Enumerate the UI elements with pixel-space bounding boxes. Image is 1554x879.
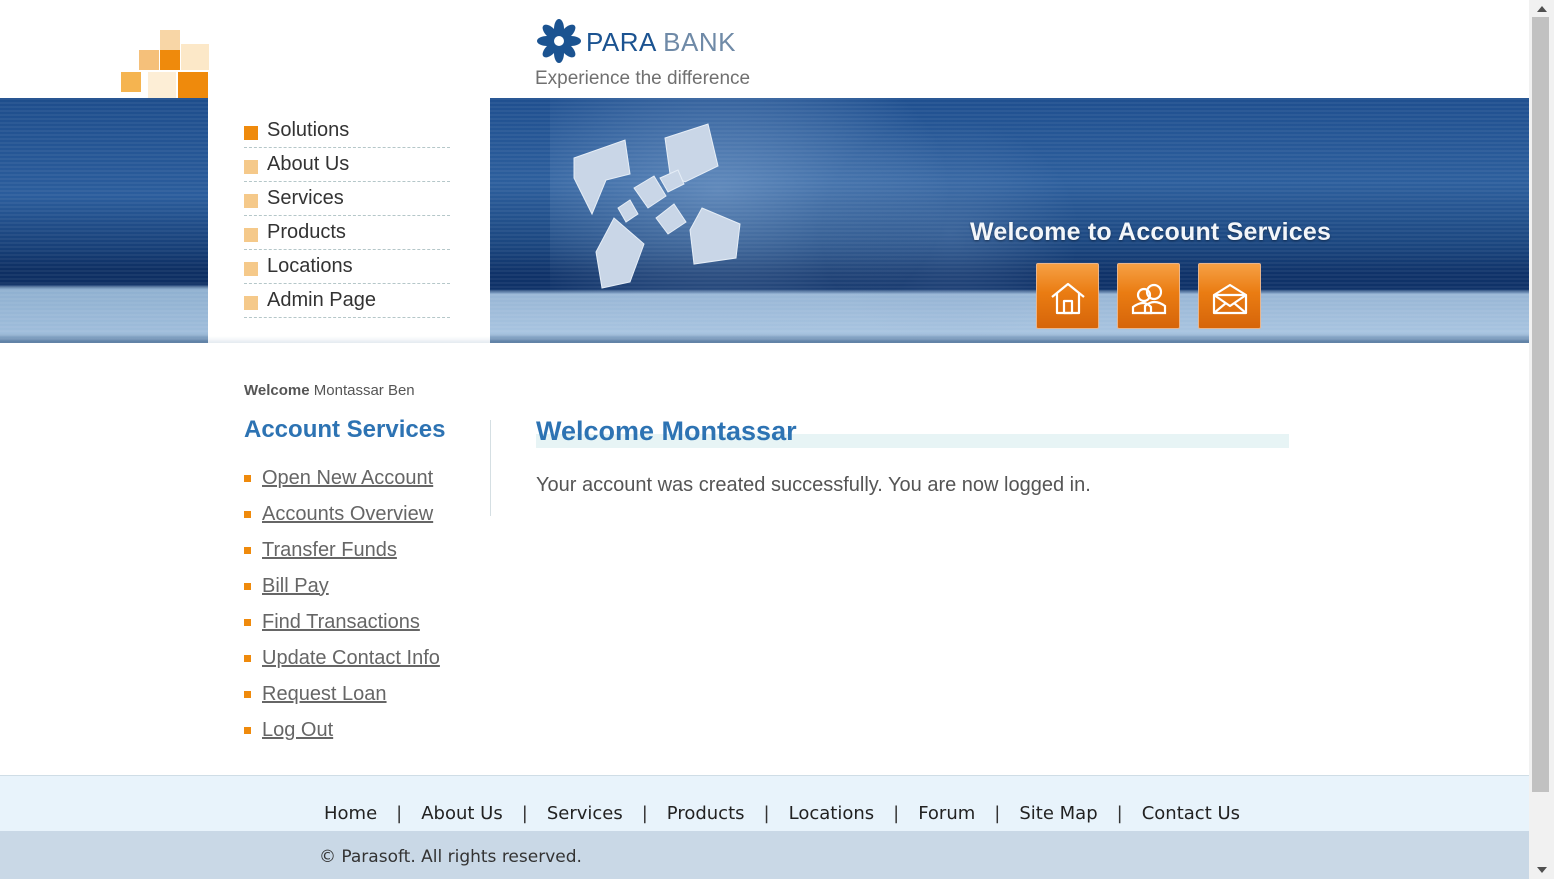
menu-item-label: Locations bbox=[267, 255, 353, 277]
footer-separator: | bbox=[763, 803, 770, 824]
footer-separator: | bbox=[1116, 803, 1123, 824]
login-welcome: Welcome Montassar Ben bbox=[244, 382, 415, 399]
list-item: Transfer Funds bbox=[244, 532, 440, 568]
about-button[interactable] bbox=[1117, 263, 1180, 329]
menu-item-products[interactable]: Products bbox=[244, 216, 450, 250]
list-item: Find Transactions bbox=[244, 604, 440, 640]
tagline: Experience the difference bbox=[535, 68, 751, 89]
transfer-funds-link[interactable]: Transfer Funds bbox=[262, 539, 397, 562]
bullet-icon bbox=[244, 654, 251, 662]
footer-links: Home | About Us | Services | Products | … bbox=[324, 803, 1240, 824]
footer-separator: | bbox=[521, 803, 528, 824]
footer-separator: | bbox=[396, 803, 403, 824]
arrows-graphic bbox=[573, 123, 741, 289]
footer-link-products[interactable]: Products bbox=[667, 803, 745, 824]
footer-separator: | bbox=[641, 803, 648, 824]
menu-item-label: Services bbox=[267, 187, 344, 209]
bullet-square-icon bbox=[244, 261, 258, 276]
pinwheel-icon bbox=[537, 19, 581, 63]
footer-link-about-us[interactable]: About Us bbox=[421, 803, 503, 824]
account-services-title: Account Services bbox=[244, 416, 446, 443]
scroll-up-button[interactable] bbox=[1529, 0, 1554, 17]
menu-item-label: Solutions bbox=[267, 119, 350, 141]
menu-item-locations[interactable]: Locations bbox=[244, 250, 450, 284]
footer-link-contact-us[interactable]: Contact Us bbox=[1142, 803, 1240, 824]
list-item: Request Loan bbox=[244, 676, 440, 712]
list-item: Update Contact Info bbox=[244, 640, 440, 676]
home-button[interactable] bbox=[1036, 263, 1099, 329]
menu-item-label: About Us bbox=[267, 153, 350, 175]
scroll-down-button[interactable] bbox=[1529, 862, 1554, 879]
arrow-up-icon bbox=[1536, 6, 1547, 12]
vertical-scrollbar[interactable] bbox=[1529, 0, 1554, 879]
top-menu: Solutions About Us Services Products Loc… bbox=[244, 114, 450, 318]
envelope-icon bbox=[1212, 283, 1248, 315]
footer-link-site-map[interactable]: Site Map bbox=[1019, 803, 1097, 824]
update-contact-info-link[interactable]: Update Contact Info bbox=[262, 647, 440, 670]
welcome-label: Welcome bbox=[244, 382, 310, 399]
sidebar-divider bbox=[490, 420, 491, 516]
bullet-icon bbox=[244, 474, 251, 482]
scrollbar-thumb[interactable] bbox=[1532, 17, 1549, 792]
list-item: Bill Pay bbox=[244, 568, 440, 604]
banner-title: Welcome to Account Services bbox=[970, 218, 1332, 246]
copyright-text: © Parasoft. All rights reserved. bbox=[319, 847, 582, 867]
open-new-account-link[interactable]: Open New Account bbox=[262, 467, 433, 490]
logo-blocks bbox=[118, 28, 210, 98]
footer-link-forum[interactable]: Forum bbox=[918, 803, 975, 824]
log-out-link[interactable]: Log Out bbox=[262, 719, 333, 742]
people-icon bbox=[1131, 283, 1167, 315]
bullet-icon bbox=[244, 510, 251, 518]
list-item: Accounts Overview bbox=[244, 496, 440, 532]
footer-separator: | bbox=[994, 803, 1001, 824]
footer-copyright-bar: © Parasoft. All rights reserved. bbox=[0, 831, 1529, 879]
user-name: Montassar Ben bbox=[313, 382, 415, 399]
bullet-square-icon bbox=[244, 295, 258, 310]
bullet-icon bbox=[244, 546, 251, 554]
page-title: Welcome Montassar bbox=[536, 416, 797, 446]
bullet-square-icon bbox=[244, 125, 258, 140]
bullet-icon bbox=[244, 618, 251, 626]
menu-item-label: Products bbox=[267, 221, 346, 243]
footer-separator: | bbox=[893, 803, 900, 824]
success-message: Your account was created successfully. Y… bbox=[536, 474, 1091, 496]
menu-item-services[interactable]: Services bbox=[244, 182, 450, 216]
arrow-down-icon bbox=[1536, 867, 1547, 873]
menu-item-solutions[interactable]: Solutions bbox=[244, 114, 450, 148]
bullet-icon bbox=[244, 582, 251, 590]
bullet-square-icon bbox=[244, 159, 258, 174]
menu-item-about-us[interactable]: About Us bbox=[244, 148, 450, 182]
home-icon bbox=[1051, 282, 1085, 315]
bullet-icon bbox=[244, 690, 251, 698]
footer-nav: Home | About Us | Services | Products | … bbox=[0, 775, 1529, 831]
list-item: Open New Account bbox=[244, 460, 440, 496]
bill-pay-link[interactable]: Bill Pay bbox=[262, 575, 329, 598]
menu-item-label: Admin Page bbox=[267, 289, 376, 311]
find-transactions-link[interactable]: Find Transactions bbox=[262, 611, 420, 634]
account-services-list: Open New Account Accounts Overview Trans… bbox=[244, 460, 440, 748]
footer-link-home[interactable]: Home bbox=[324, 803, 377, 824]
footer-link-locations[interactable]: Locations bbox=[789, 803, 875, 824]
bullet-icon bbox=[244, 726, 251, 734]
request-loan-link[interactable]: Request Loan bbox=[262, 683, 387, 706]
page: PARA BANK Experience the difference Solu… bbox=[0, 0, 1529, 879]
list-item: Log Out bbox=[244, 712, 440, 748]
brand-name: PARA BANK bbox=[586, 27, 736, 57]
accounts-overview-link[interactable]: Accounts Overview bbox=[262, 503, 433, 526]
contact-button[interactable] bbox=[1198, 263, 1261, 329]
bullet-square-icon bbox=[244, 227, 258, 242]
footer-link-services[interactable]: Services bbox=[547, 803, 623, 824]
menu-item-admin-page[interactable]: Admin Page bbox=[244, 284, 450, 318]
bullet-square-icon bbox=[244, 193, 258, 208]
